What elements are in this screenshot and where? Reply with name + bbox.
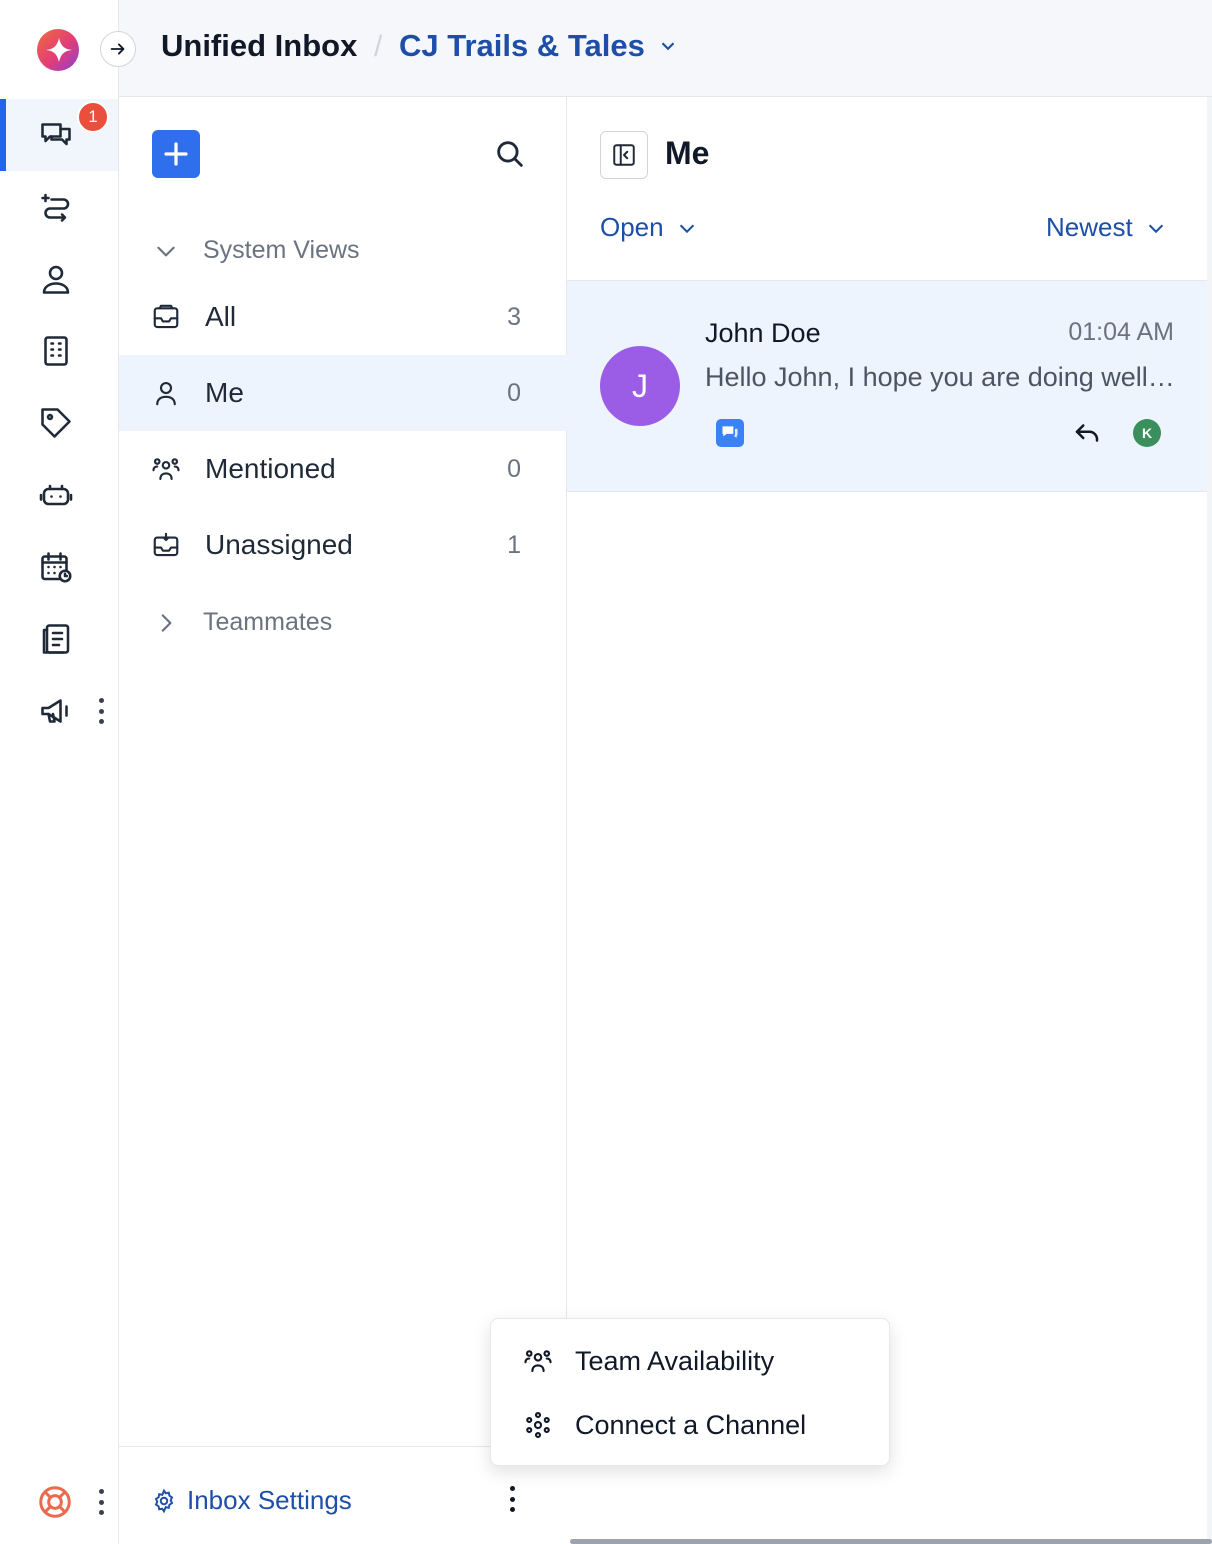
labels-icon (41, 408, 71, 438)
contacts-icon (42, 265, 70, 294)
inbox-tray-icon (153, 304, 179, 329)
chevron-down-icon (679, 224, 694, 233)
inbox-options-menu: Team Availability Connect a Channel (490, 1318, 890, 1466)
captain-icon (41, 193, 70, 222)
left-rail: 1 (0, 0, 119, 1544)
search-icon (497, 141, 523, 167)
inbox-settings-link[interactable]: Inbox Settings (151, 1485, 352, 1516)
sort-filter-label: Newest (1046, 212, 1133, 242)
rail-contacts[interactable] (0, 243, 118, 315)
message-time: 01:04 AM (1068, 318, 1174, 346)
unassigned-inbox-icon (153, 532, 179, 557)
view-item-all[interactable]: All 3 (119, 279, 567, 355)
sort-filter-dropdown[interactable]: Newest (1046, 212, 1167, 243)
rail-companies[interactable] (0, 315, 118, 387)
inbox-options-kebab-icon[interactable] (508, 1486, 516, 1512)
view-item-mentioned[interactable]: Mentioned 0 (119, 431, 567, 507)
inbox-settings-label: Inbox Settings (187, 1485, 352, 1515)
status-filter-dropdown[interactable]: Open (600, 212, 698, 243)
plus-icon (164, 142, 188, 166)
view-count: 0 (507, 454, 521, 483)
search-button[interactable] (493, 137, 527, 171)
rail-calendar[interactable] (0, 531, 118, 603)
unread-badge: 1 (77, 101, 109, 133)
menu-item-label: Connect a Channel (575, 1409, 807, 1440)
view-label: Me (205, 377, 244, 408)
website-channel-icon (716, 419, 744, 447)
new-conversation-button[interactable] (152, 130, 200, 178)
breadcrumb-separator: / (374, 30, 383, 63)
right-edge-divider (1207, 97, 1212, 1544)
rail-bots[interactable] (0, 459, 118, 531)
conversations-icon (41, 123, 71, 146)
view-count: 3 (507, 302, 521, 331)
message-preview: Hello John, I hope you are doing well. I… (705, 362, 1175, 392)
app-logo-icon[interactable] (36, 28, 84, 72)
conversation-list-title: Me (665, 135, 710, 171)
team-icon (524, 1350, 552, 1373)
rail-captain[interactable] (0, 171, 118, 243)
inbox-switcher[interactable]: CJ Trails & Tales (399, 28, 679, 64)
expand-sidebar-button[interactable] (100, 31, 136, 67)
toggle-views-panel-button[interactable] (600, 131, 648, 179)
top-header: Unified Inbox / CJ Trails & Tales (100, 0, 1212, 97)
rail-knowledge-base[interactable] (0, 603, 118, 675)
arrow-right-icon (110, 43, 125, 55)
system-views-toggle[interactable]: System Views (153, 236, 360, 265)
knowledge-base-icon (42, 624, 70, 654)
teammates-label: Teammates (203, 608, 333, 636)
profile-menu-kebab-icon[interactable] (97, 1489, 105, 1515)
contact-avatar: J (600, 346, 680, 426)
inbox-name: CJ Trails & Tales (399, 28, 645, 63)
horizontal-scrollbar[interactable] (570, 1539, 1212, 1544)
view-label: All (205, 301, 237, 332)
contact-name: John Doe (705, 318, 821, 348)
chevron-down-icon (157, 246, 175, 256)
reply-arrow-icon (1071, 418, 1103, 448)
view-item-unassigned[interactable]: Unassigned 1 (119, 507, 567, 583)
rail-more-kebab-icon[interactable] (97, 698, 105, 724)
rail-labels[interactable] (0, 387, 118, 459)
view-item-me[interactable]: Me 0 (119, 355, 567, 431)
team-icon (152, 458, 180, 481)
calendar-icon (41, 552, 72, 583)
view-label: Mentioned (205, 453, 336, 484)
gear-icon (154, 1488, 174, 1513)
bot-icon (39, 484, 73, 506)
assignee-avatar: K (1133, 419, 1161, 447)
chevron-right-icon (161, 613, 172, 632)
system-views-label: System Views (203, 236, 360, 264)
menu-item-team-availability[interactable]: Team Availability (491, 1331, 891, 1391)
conversation-card[interactable]: J John Doe 01:04 AM Hello John, I hope y… (567, 280, 1207, 492)
view-count: 1 (507, 530, 521, 559)
channel-icon (526, 1411, 550, 1439)
help-lifebuoy-icon[interactable] (36, 1483, 74, 1521)
page-title: Unified Inbox (161, 28, 358, 63)
menu-item-connect-channel[interactable]: Connect a Channel (491, 1395, 891, 1455)
view-label: Unassigned (205, 529, 353, 560)
menu-item-label: Team Availability (575, 1345, 775, 1376)
chevron-down-icon (1148, 224, 1163, 233)
chevron-down-icon (661, 42, 675, 51)
companies-icon (44, 336, 68, 366)
teammates-toggle[interactable]: Teammates (153, 608, 332, 637)
sidebar-collapse-icon (613, 144, 635, 166)
view-count: 0 (507, 378, 521, 407)
campaigns-icon (41, 699, 68, 723)
status-filter-label: Open (600, 212, 664, 242)
user-icon (156, 381, 176, 406)
